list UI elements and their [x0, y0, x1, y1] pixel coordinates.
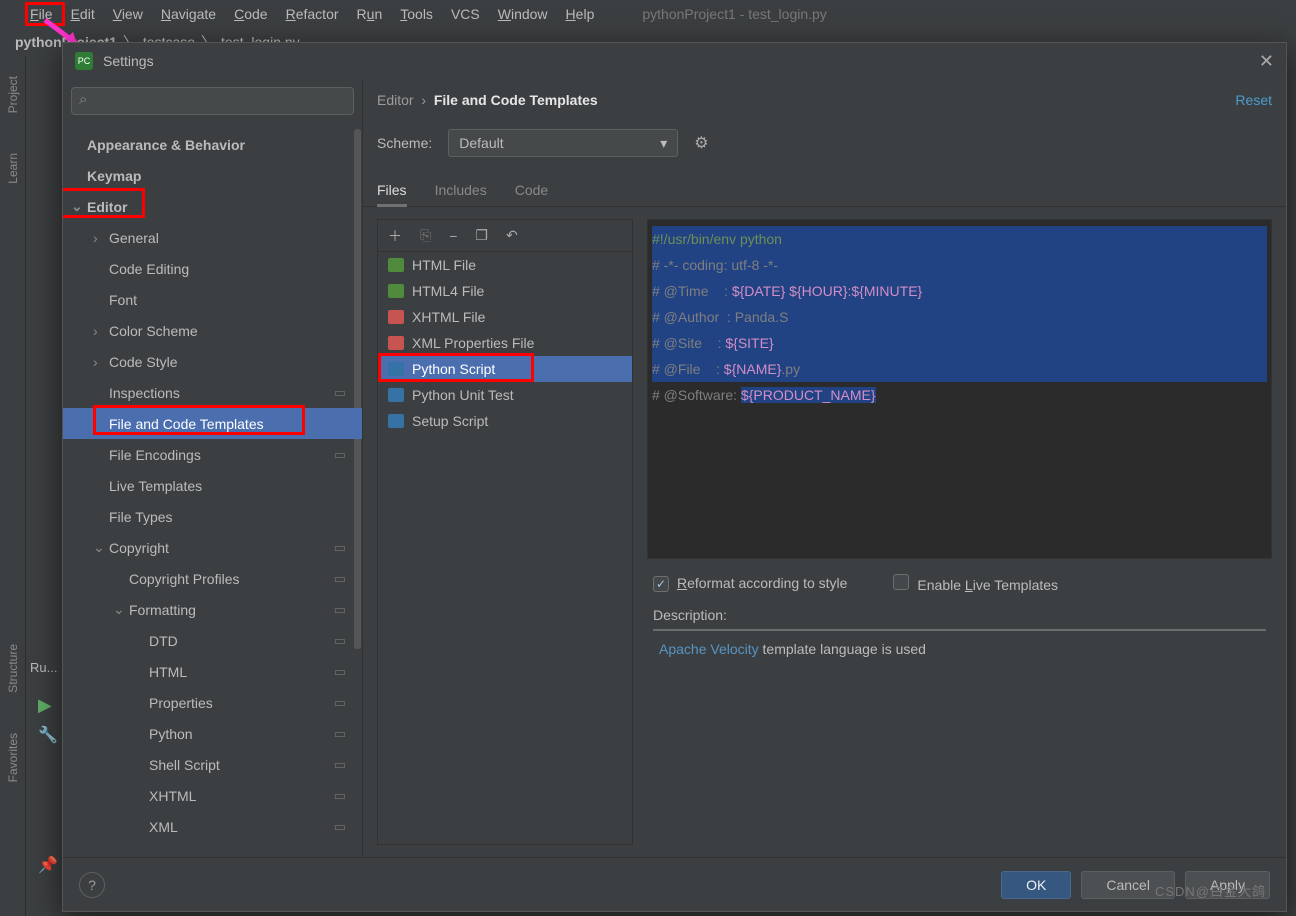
- settings-dialog: PC Settings ✕ Appearance & Behavior Keym…: [62, 42, 1287, 912]
- scope-icon: ▭: [334, 757, 346, 773]
- close-icon[interactable]: ✕: [1259, 51, 1274, 72]
- enable-live-checkbox[interactable]: Enable Live Templates: [893, 574, 1058, 593]
- run-play-icon[interactable]: ▶: [38, 695, 52, 716]
- scope-icon: ▭: [334, 602, 346, 618]
- tpl-html-file[interactable]: HTML File: [378, 252, 632, 278]
- reformat-checkbox[interactable]: Reformat according to style: [653, 575, 847, 592]
- menu-window[interactable]: Window: [498, 6, 548, 22]
- tree-color-scheme[interactable]: ›Color Scheme: [63, 315, 362, 346]
- tree-appearance[interactable]: Appearance & Behavior: [63, 129, 362, 160]
- template-list: HTML File HTML4 File XHTML File XML Prop…: [378, 252, 632, 844]
- menu-vcs[interactable]: VCS: [451, 6, 480, 22]
- revert-icon[interactable]: ↶: [506, 227, 518, 244]
- menu-refactor[interactable]: Refactor: [286, 6, 339, 22]
- tree-python[interactable]: Python▭: [63, 718, 362, 749]
- settings-tree: Appearance & Behavior Keymap ⌄Editor ›Ge…: [63, 123, 362, 857]
- tree-copyright[interactable]: ⌄Copyright▭: [63, 532, 362, 563]
- scope-icon: ▭: [334, 385, 346, 401]
- scope-icon: ▭: [334, 695, 346, 711]
- tool-learn[interactable]: Learn: [6, 153, 20, 184]
- apache-velocity-link[interactable]: Apache Velocity: [659, 641, 759, 657]
- tree-formatting[interactable]: ⌄Formatting▭: [63, 594, 362, 625]
- main-menu-bar: File Edit View Navigate Code Refactor Ru…: [0, 0, 1296, 28]
- description-label: Description:: [647, 601, 1272, 627]
- wrench-icon[interactable]: 🔧: [38, 725, 58, 745]
- tree-code-editing[interactable]: Code Editing: [63, 253, 362, 284]
- tree-inspections[interactable]: Inspections▭: [63, 377, 362, 408]
- tpl-html4-file[interactable]: HTML4 File: [378, 278, 632, 304]
- chevron-down-icon: ▾: [660, 135, 667, 152]
- tool-favorites[interactable]: Favorites: [6, 733, 20, 782]
- run-toolwindow-label[interactable]: Ru...: [30, 660, 57, 675]
- scope-icon: ▭: [334, 633, 346, 649]
- left-tool-strip: Project Learn Structure Favorites: [0, 56, 26, 916]
- tab-code[interactable]: Code: [515, 182, 548, 206]
- description-box: Apache Velocity template language is use…: [653, 629, 1266, 845]
- tree-font[interactable]: Font: [63, 284, 362, 315]
- pycharm-icon: PC: [75, 52, 93, 70]
- gear-icon[interactable]: ⚙: [694, 133, 708, 153]
- tree-file-templates[interactable]: File and Code Templates: [63, 408, 362, 439]
- ok-button[interactable]: OK: [1001, 871, 1071, 899]
- tab-includes[interactable]: Includes: [435, 182, 487, 206]
- menu-help[interactable]: Help: [566, 6, 595, 22]
- menu-view[interactable]: View: [113, 6, 143, 22]
- xhtml-file-icon: [388, 310, 404, 324]
- tree-dtd[interactable]: DTD▭: [63, 625, 362, 656]
- tree-file-encodings[interactable]: File Encodings▭: [63, 439, 362, 470]
- tpl-xhtml-file[interactable]: XHTML File: [378, 304, 632, 330]
- remove-icon[interactable]: −: [449, 228, 457, 244]
- tpl-python-unit[interactable]: Python Unit Test: [378, 382, 632, 408]
- scope-icon: ▭: [334, 819, 346, 835]
- scope-icon: ▭: [334, 788, 346, 804]
- tree-general[interactable]: ›General: [63, 222, 362, 253]
- tree-code-style[interactable]: ›Code Style: [63, 346, 362, 377]
- tree-keymap[interactable]: Keymap: [63, 160, 362, 191]
- watermark: CSDN@白金大鸽: [1155, 881, 1266, 900]
- python-file-icon: [388, 414, 404, 428]
- tree-xml[interactable]: XML▭: [63, 811, 362, 842]
- tree-html[interactable]: HTML▭: [63, 656, 362, 687]
- tree-editor[interactable]: ⌄Editor: [63, 191, 362, 222]
- scope-icon: ▭: [334, 540, 346, 556]
- settings-title: Settings: [103, 53, 154, 69]
- window-context-title: pythonProject1 - test_login.py: [642, 6, 826, 22]
- scope-icon: ▭: [334, 571, 346, 587]
- tree-properties[interactable]: Properties▭: [63, 687, 362, 718]
- reset-link[interactable]: Reset: [1235, 92, 1272, 108]
- scope-icon: ▭: [334, 726, 346, 742]
- help-icon[interactable]: ?: [79, 872, 105, 898]
- tree-live-templates[interactable]: Live Templates: [63, 470, 362, 501]
- tpl-setup-script[interactable]: Setup Script: [378, 408, 632, 434]
- pin-icon[interactable]: 📌: [38, 855, 58, 875]
- scope-icon: ▭: [334, 664, 346, 680]
- menu-navigate[interactable]: Navigate: [161, 6, 216, 22]
- tool-project[interactable]: Project: [6, 76, 20, 113]
- duplicate-icon[interactable]: ❐: [475, 227, 488, 244]
- scope-icon: ▭: [334, 447, 346, 463]
- breadcrumb-path: Editor › File and Code Templates: [377, 92, 598, 108]
- menu-code[interactable]: Code: [234, 6, 267, 22]
- scheme-select[interactable]: Default▾: [448, 129, 678, 157]
- menu-run[interactable]: Run: [357, 6, 383, 22]
- add-icon[interactable]: ＋: [388, 226, 402, 246]
- menu-tools[interactable]: Tools: [400, 6, 433, 22]
- html-file-icon: [388, 258, 404, 272]
- tpl-python-script[interactable]: Python Script: [378, 356, 632, 382]
- template-editor[interactable]: #!/usr/bin/env python # -*- coding: utf-…: [647, 219, 1272, 559]
- tool-structure[interactable]: Structure: [6, 644, 20, 693]
- copy-template-icon[interactable]: ⎘: [420, 227, 431, 244]
- tree-file-types[interactable]: File Types: [63, 501, 362, 532]
- tree-copyright-profiles[interactable]: Copyright Profiles▭: [63, 563, 362, 594]
- html-file-icon: [388, 284, 404, 298]
- python-file-icon: [388, 388, 404, 402]
- tree-xhtml[interactable]: XHTML▭: [63, 780, 362, 811]
- scheme-label: Scheme:: [377, 135, 432, 151]
- settings-search-input[interactable]: [71, 87, 354, 115]
- tree-shell[interactable]: Shell Script▭: [63, 749, 362, 780]
- tab-files[interactable]: Files: [377, 182, 407, 207]
- xml-file-icon: [388, 336, 404, 350]
